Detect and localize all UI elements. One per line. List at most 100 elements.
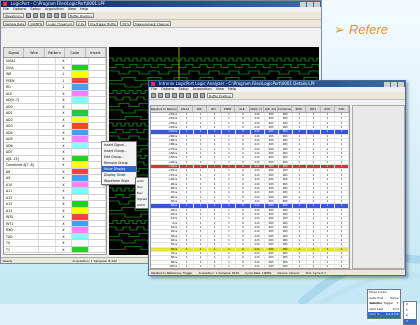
signal-pattern[interactable]: X [56, 64, 73, 70]
signal-pattern[interactable]: X [56, 97, 73, 103]
signal-pattern[interactable]: X [56, 246, 73, 252]
signal-pattern[interactable]: X [56, 155, 73, 161]
signal-color-swatch[interactable] [72, 97, 90, 103]
signal-color-swatch[interactable] [72, 64, 90, 70]
front-run-icon[interactable] [193, 93, 198, 98]
signal-invert[interactable] [89, 123, 106, 129]
stop-icon[interactable] [60, 13, 66, 18]
front-trigger-icon[interactable] [186, 93, 191, 98]
signal-pattern[interactable]: 1 [56, 84, 73, 90]
signal-invert[interactable] [89, 227, 106, 233]
signal-pattern[interactable]: X [56, 227, 73, 233]
signal-pattern[interactable]: X [56, 194, 73, 200]
signal-color-swatch[interactable] [72, 71, 90, 77]
front-menu-item-acquisition[interactable]: Acquisition [193, 87, 212, 92]
signal-color-swatch[interactable] [72, 233, 90, 239]
signal-color-swatch[interactable] [72, 201, 90, 207]
signal-color-swatch[interactable] [72, 123, 90, 129]
front-menu-item-view[interactable]: View [216, 87, 224, 92]
threshold-select[interactable]: 2.0v [75, 21, 87, 26]
signal-color-swatch[interactable] [72, 181, 90, 187]
signal-color-swatch[interactable] [72, 168, 90, 174]
context-menu-item[interactable]: Waveform Style [102, 178, 136, 184]
save-icon[interactable] [32, 13, 38, 18]
column-header[interactable]: Wire [24, 48, 45, 57]
signal-pattern[interactable]: X [56, 123, 73, 129]
signal-pattern[interactable]: X [56, 220, 73, 226]
signal-invert[interactable] [89, 246, 106, 252]
signal-color-swatch[interactable] [72, 194, 90, 200]
reference-link[interactable]: ➢ Refere [334, 22, 388, 38]
front-menu-item-setup[interactable]: Setup [178, 87, 188, 92]
signal-color-swatch[interactable] [72, 90, 90, 96]
signal-color-swatch[interactable] [72, 129, 90, 135]
signal-color-swatch[interactable] [72, 142, 90, 148]
signal-color-swatch[interactable] [72, 136, 90, 142]
signal-invert[interactable] [89, 77, 106, 83]
signal-color-swatch[interactable] [72, 110, 90, 116]
signal-pattern[interactable]: 1 [56, 71, 73, 77]
measurement-channel-select[interactable]: Measurement Channel [133, 21, 171, 26]
marker-menu-item[interactable]: Goto to Cursor 0,1,2,3,4 [368, 312, 400, 322]
signal-pattern[interactable]: X [56, 110, 73, 116]
open-icon[interactable] [25, 13, 31, 18]
signal-color-swatch[interactable] [72, 77, 90, 83]
table-column-header[interactable]: ALE [235, 106, 250, 112]
signal-pattern[interactable]: X [56, 201, 73, 207]
signal-invert[interactable] [89, 58, 106, 64]
front-stop-icon[interactable] [200, 93, 205, 98]
column-header[interactable]: Signal [4, 48, 25, 57]
signal-invert[interactable] [89, 71, 106, 77]
signal-invert[interactable] [89, 233, 106, 239]
signal-color-swatch[interactable] [72, 103, 90, 109]
signal-invert[interactable] [89, 188, 106, 194]
pre-trigger-select[interactable]: 50% [120, 21, 132, 26]
front-menu-item-help[interactable]: Help [228, 87, 236, 92]
signal-pattern[interactable]: X [56, 58, 73, 64]
menu-item-help[interactable]: Help [80, 7, 88, 12]
signal-pattern[interactable]: X [56, 116, 73, 122]
front-close-button[interactable] [398, 81, 404, 87]
signal-pattern[interactable]: X [56, 129, 73, 135]
signal-pattern[interactable]: X [56, 90, 73, 96]
signal-pattern[interactable]: X [56, 188, 73, 194]
front-open-icon[interactable] [151, 93, 156, 98]
front-menu-item-options[interactable]: Options [161, 87, 175, 92]
table-column-header[interactable]: RXD [321, 106, 335, 112]
front-print-icon[interactable] [165, 93, 170, 98]
sample-rate-select[interactable]: 100MHz [28, 21, 45, 26]
signal-color-swatch[interactable] [72, 188, 90, 194]
signal-invert[interactable] [89, 116, 106, 122]
signal-invert[interactable] [89, 97, 106, 103]
signal-invert[interactable] [89, 90, 106, 96]
signal-pattern[interactable]: X [56, 181, 73, 187]
signal-invert[interactable] [89, 194, 106, 200]
zoom-in-icon[interactable] [39, 13, 45, 18]
table-column-header[interactable]: SIGA1 [178, 106, 193, 112]
signal-color-swatch[interactable] [72, 220, 90, 226]
close-button[interactable] [314, 1, 320, 7]
column-header[interactable]: Pattern [45, 48, 66, 57]
signal-invert[interactable] [89, 214, 106, 220]
signal-invert[interactable] [89, 84, 106, 90]
signal-invert[interactable] [89, 110, 106, 116]
signal-pattern[interactable]: X [56, 142, 73, 148]
front-zoom-in-icon[interactable] [172, 93, 177, 98]
table-column-header[interactable]: INT0 [292, 106, 307, 112]
table-column-header[interactable]: WR [193, 106, 207, 112]
signal-invert[interactable] [89, 240, 106, 246]
front-save-icon[interactable] [158, 93, 163, 98]
signal-pattern[interactable]: X [56, 207, 73, 213]
signal-pattern[interactable]: X [56, 103, 73, 109]
signal-pattern[interactable]: 1 [56, 77, 73, 83]
table-column-header[interactable]: Combined A[7..8] [278, 106, 293, 112]
signal-pattern[interactable]: X [56, 240, 73, 246]
signal-color-swatch[interactable] [72, 227, 90, 233]
menu-item-acquisition[interactable]: Acquisition [45, 7, 64, 12]
front-menu-item-file[interactable]: File [151, 87, 157, 92]
signal-pattern[interactable]: X [56, 175, 73, 181]
signal-invert[interactable] [89, 103, 106, 109]
front-zoom-out-icon[interactable] [179, 93, 184, 98]
signal-pattern[interactable]: X [56, 214, 73, 220]
column-header[interactable]: Invert [86, 48, 106, 57]
